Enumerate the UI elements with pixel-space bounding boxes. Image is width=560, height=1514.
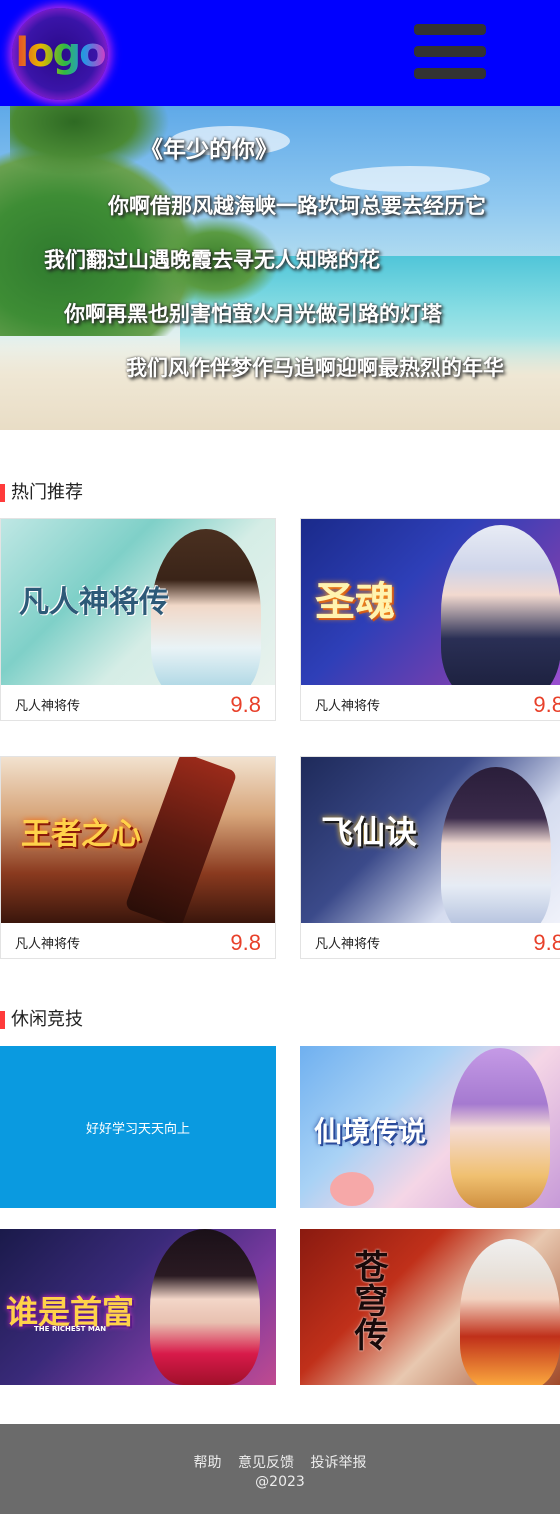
- game-card[interactable]: 圣魂 凡人神将传 9.8: [300, 518, 560, 721]
- game-tile[interactable]: 谁是首富 THE RICHEST MAN: [0, 1229, 276, 1385]
- game-name: 凡人神将传: [15, 937, 81, 952]
- game-card[interactable]: 王者之心 凡人神将传 9.8: [0, 756, 276, 959]
- game-name: 凡人神将传: [315, 937, 381, 952]
- game-score: 9.8: [230, 692, 261, 717]
- beach-sand-shape: [0, 336, 560, 430]
- logo-text: logo: [12, 30, 108, 76]
- menu-bar-top: [414, 24, 486, 35]
- game-name: 凡人神将传: [15, 699, 81, 714]
- game-tile[interactable]: 苍穹传: [300, 1229, 560, 1385]
- promo-tile-text: 好好学习天天向上: [85, 1122, 190, 1137]
- game-title-art: 王者之心: [21, 817, 141, 852]
- hamburger-menu-icon[interactable]: [412, 22, 488, 82]
- section-title-text: 休闲竞技: [11, 1009, 83, 1030]
- sword-figure: [124, 757, 238, 923]
- game-thumbnail: 圣魂: [301, 519, 560, 685]
- game-thumbnail: 凡人神将传: [1, 519, 275, 685]
- game-title-art: 飞仙诀: [321, 813, 418, 851]
- cloud-shape: [330, 166, 490, 192]
- game-thumbnail: 王者之心: [1, 757, 275, 923]
- section-title-text: 热门推荐: [11, 482, 83, 503]
- footer-copyright: @2023: [255, 1474, 305, 1490]
- section-accent-bar: [0, 1011, 5, 1029]
- game-card[interactable]: 凡人神将传 凡人神将传 9.8: [0, 518, 276, 721]
- game-score: 9.8: [230, 930, 261, 955]
- promo-tile[interactable]: 好好学习天天向上: [0, 1046, 276, 1208]
- footer-links: 帮助 意见反馈 投诉举报: [0, 1452, 560, 1472]
- game-subtitle-art: THE RICHEST MAN: [34, 1325, 107, 1333]
- character-figure: [441, 525, 560, 685]
- site-footer: 帮助 意见反馈 投诉举报 @2023: [0, 1424, 560, 1514]
- game-score: 9.8: [533, 930, 560, 955]
- game-name: 凡人神将传: [315, 699, 381, 714]
- footer-link-help[interactable]: 帮助: [194, 1455, 222, 1471]
- game-thumbnail: 飞仙诀: [301, 757, 560, 923]
- logo[interactable]: logo: [12, 8, 108, 100]
- banner-line-3: 你啊再黑也别害怕萤火月光做引路的灯塔: [64, 302, 442, 326]
- game-score: 9.8: [533, 692, 560, 717]
- banner-line-1: 你啊借那风越海峡一路坎坷总要去经历它: [108, 194, 486, 218]
- game-title-art: 苍穹传: [348, 1249, 388, 1351]
- section-title-hot: 热门推荐: [0, 482, 200, 504]
- game-card[interactable]: 飞仙诀 凡人神将传 9.8: [300, 756, 560, 959]
- character-figure: [441, 767, 551, 923]
- banner-line-4: 我们风作伴梦作马追啊迎啊最热烈的年华: [126, 356, 504, 380]
- character-figure: [450, 1048, 550, 1208]
- footer-link-report[interactable]: 投诉举报: [310, 1455, 366, 1471]
- game-title-art: 凡人神将传: [19, 585, 169, 620]
- section-accent-bar: [0, 484, 5, 502]
- banner-title: 《年少的你》: [140, 137, 278, 163]
- section-title-casual: 休闲竞技: [0, 1009, 200, 1031]
- game-tile[interactable]: 仙境传说: [300, 1046, 560, 1208]
- mascot-figure: [330, 1172, 374, 1206]
- menu-bar-bottom: [414, 68, 486, 79]
- menu-bar-middle: [414, 46, 486, 57]
- top-header: logo: [0, 0, 560, 106]
- banner-line-2: 我们翻过山遇晚霞去寻无人知晓的花: [44, 248, 380, 272]
- game-title-art: 仙境传说: [314, 1115, 427, 1148]
- game-title-art: 圣魂: [315, 578, 395, 625]
- hero-banner[interactable]: 《年少的你》 你啊借那风越海峡一路坎坷总要去经历它 我们翻过山遇晚霞去寻无人知晓…: [0, 106, 560, 430]
- character-figure: [150, 1229, 260, 1385]
- footer-link-feedback[interactable]: 意见反馈: [238, 1455, 294, 1471]
- character-figure: [460, 1239, 560, 1385]
